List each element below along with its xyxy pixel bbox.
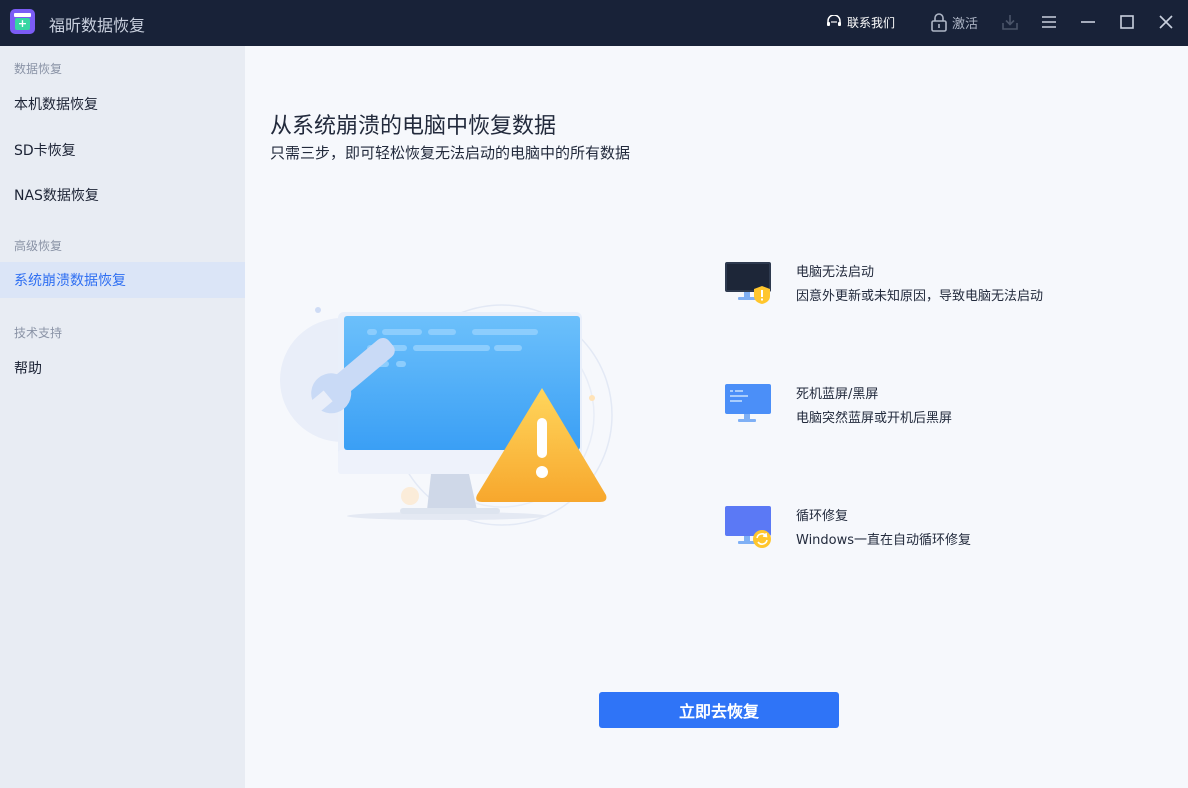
sidebar-item-help[interactable]: 帮助 bbox=[0, 350, 245, 386]
section-header-advanced-recovery: 高级恢复 bbox=[14, 237, 62, 254]
monitor-warning-icon bbox=[724, 260, 774, 306]
close-icon[interactable] bbox=[1156, 12, 1176, 32]
crashed-computer-illustration bbox=[272, 290, 622, 530]
download-icon[interactable] bbox=[1000, 12, 1020, 32]
contact-us-label: 联系我们 bbox=[847, 14, 895, 31]
maximize-icon[interactable] bbox=[1117, 12, 1137, 32]
monitor-bluescreen-icon bbox=[724, 382, 774, 428]
section-header-data-recovery: 数据恢复 bbox=[14, 60, 62, 77]
app-logo-icon: + bbox=[10, 9, 35, 34]
feature-title-no-boot: 电脑无法启动 bbox=[796, 261, 874, 280]
start-recovery-button[interactable]: 立即去恢复 bbox=[599, 692, 839, 728]
title-bar: + 福昕数据恢复 联系我们 激活 bbox=[0, 0, 1188, 46]
page-title: 从系统崩溃的电脑中恢复数据 bbox=[270, 108, 556, 140]
activate-button[interactable]: 激活 bbox=[930, 11, 978, 33]
contact-us-button[interactable]: 联系我们 bbox=[826, 13, 895, 31]
feature-desc-no-boot: 因意外更新或未知原因，导致电脑无法启动 bbox=[796, 285, 1043, 304]
sidebar-item-system-crash-recovery[interactable]: 系统崩溃数据恢复 bbox=[0, 262, 245, 298]
activate-label: 激活 bbox=[952, 13, 978, 32]
minimize-icon[interactable] bbox=[1078, 12, 1098, 32]
page-subtitle: 只需三步，即可轻松恢复无法启动的电脑中的所有数据 bbox=[270, 142, 630, 163]
sidebar-item-local-recovery[interactable]: 本机数据恢复 bbox=[0, 86, 245, 122]
app-title: 福昕数据恢复 bbox=[49, 12, 145, 36]
sidebar: 数据恢复 本机数据恢复 SD卡恢复 NAS数据恢复 高级恢复 系统崩溃数据恢复 … bbox=[0, 46, 245, 788]
feature-desc-loop-repair: Windows一直在自动循环修复 bbox=[796, 529, 971, 548]
feature-title-loop-repair: 循环修复 bbox=[796, 505, 848, 524]
monitor-loop-icon bbox=[724, 504, 774, 550]
menu-icon[interactable] bbox=[1039, 12, 1059, 32]
section-header-tech-support: 技术支持 bbox=[14, 324, 62, 341]
lock-icon bbox=[930, 12, 948, 32]
feature-title-bluescreen: 死机蓝屏/黑屏 bbox=[796, 383, 878, 402]
feature-desc-bluescreen: 电脑突然蓝屏或开机后黑屏 bbox=[796, 407, 952, 426]
headset-icon bbox=[826, 15, 842, 29]
sidebar-item-sd-card-recovery[interactable]: SD卡恢复 bbox=[0, 132, 245, 168]
sidebar-item-nas-recovery[interactable]: NAS数据恢复 bbox=[0, 177, 245, 213]
